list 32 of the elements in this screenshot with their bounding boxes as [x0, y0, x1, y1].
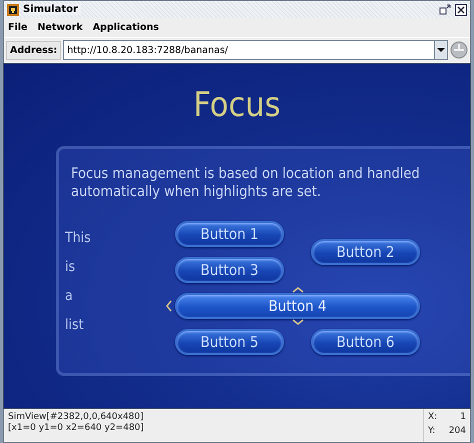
list-word: is: [65, 259, 76, 277]
close-icon[interactable]: [455, 4, 467, 16]
restore-icon[interactable]: [439, 4, 451, 16]
screen-title: Focus: [192, 84, 282, 127]
menu-button[interactable]: Button 6: [311, 329, 420, 355]
address-field[interactable]: http://10.8.20.183:7288/bananas/: [63, 40, 434, 60]
menu-button[interactable]: Button 5: [175, 329, 284, 355]
go-icon[interactable]: [450, 41, 468, 59]
menu-button[interactable]: Button 3: [175, 257, 284, 283]
coord-label: X:: [428, 412, 438, 424]
menu-button[interactable]: Button 1: [175, 221, 284, 247]
app-icon: [7, 4, 19, 16]
menu-item[interactable]: Network: [37, 22, 83, 33]
status-text: [x1=0 y1=0 x2=640 y2=480]: [8, 423, 145, 433]
menu-item[interactable]: Applications: [92, 22, 159, 33]
coord-value: 1: [459, 412, 466, 424]
list-word: list: [65, 317, 84, 335]
list-word: a: [65, 288, 74, 306]
window-title: Simulator: [23, 4, 81, 15]
coord-label: Y:: [428, 426, 436, 438]
list-word: This: [65, 230, 92, 248]
status-text: SimView[#2382,0,0,640x480]: [8, 412, 145, 422]
focus-up-icon: [292, 287, 304, 293]
focus-left-icon: [166, 300, 172, 312]
menu-item[interactable]: File: [8, 22, 28, 33]
description-text: Focus management is based on location and handled automatically when highlights are set.: [71, 165, 421, 201]
menu-button[interactable]: Button 2: [311, 239, 420, 265]
focus-down-icon: [292, 319, 304, 325]
address-label: Address:: [6, 40, 62, 60]
dropdown-icon[interactable]: [437, 48, 445, 52]
menu-button[interactable]: Button 4: [175, 293, 420, 319]
coord-value: 204: [448, 426, 466, 438]
